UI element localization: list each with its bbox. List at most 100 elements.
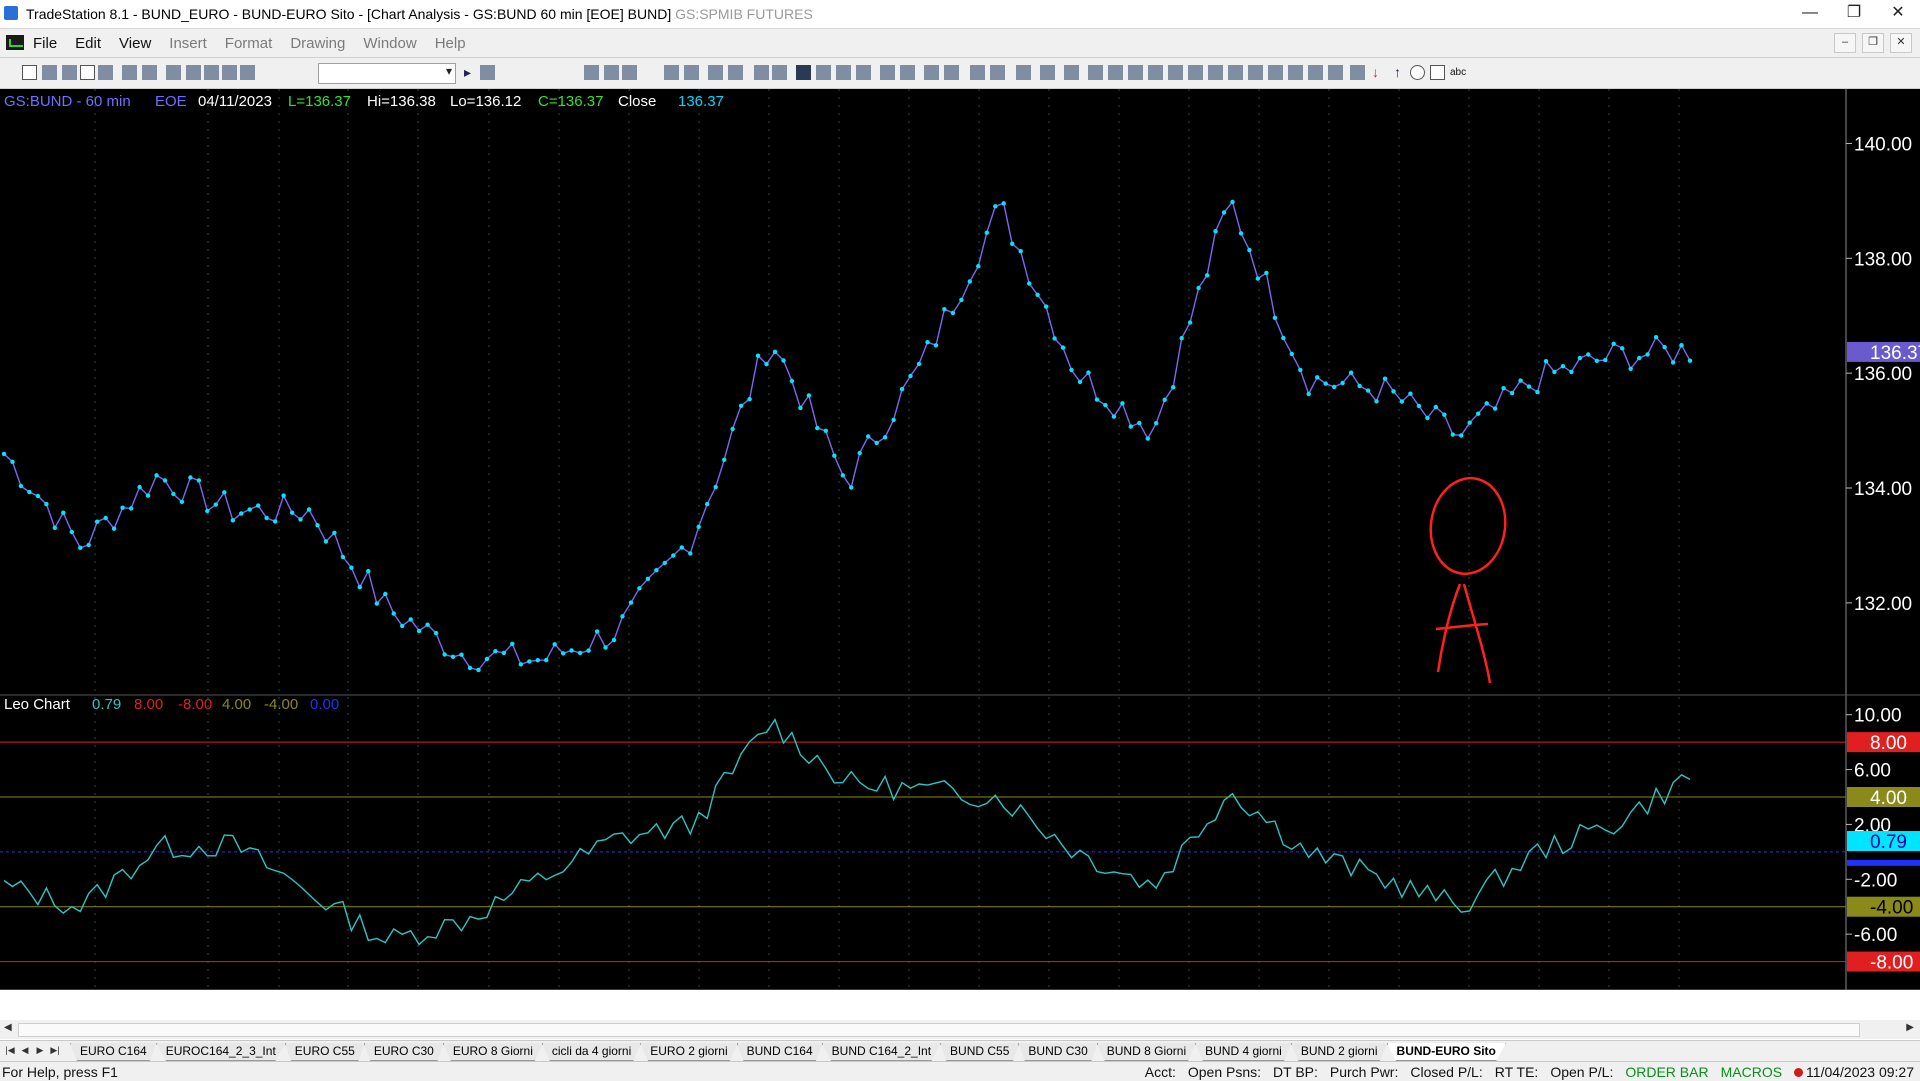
- maximize-button[interactable]: ❐: [1832, 0, 1876, 28]
- open-workspace-icon[interactable]: [62, 65, 77, 80]
- open-icon[interactable]: [42, 65, 57, 80]
- indicator-icon[interactable]: [816, 65, 831, 80]
- sheet-tab[interactable]: BUND C55: [940, 1043, 1020, 1061]
- app-orders-icon[interactable]: [728, 65, 743, 80]
- tab-next-icon[interactable]: ▶: [34, 1044, 46, 1057]
- go-arrow-icon[interactable]: ▸: [460, 65, 475, 80]
- down-arrow-icon[interactable]: ↓: [1368, 65, 1383, 80]
- sheet-tab[interactable]: EURO 8 Giorni: [442, 1043, 543, 1061]
- text-tool-icon[interactable]: abc: [1450, 65, 1478, 80]
- delete-bars-icon[interactable]: [900, 65, 915, 80]
- mdi-minimize-button[interactable]: –: [1834, 33, 1856, 53]
- chart-canvas[interactable]: A GS:BUND - 60 min EOE 04/11/2023 L=136.…: [0, 89, 1920, 990]
- menu-edit[interactable]: Edit: [75, 35, 101, 52]
- menu-view[interactable]: View: [119, 35, 151, 52]
- menu-file[interactable]: File: [33, 35, 57, 52]
- sheet-tab[interactable]: EURO C55: [284, 1043, 365, 1061]
- new-workspace-icon[interactable]: [80, 65, 95, 80]
- scroll-thumb[interactable]: [18, 1023, 1860, 1037]
- zoom-in-icon[interactable]: [924, 65, 939, 80]
- grid-icon[interactable]: [1064, 65, 1079, 80]
- sheet-tab[interactable]: BUND 8 Giorni: [1096, 1043, 1197, 1061]
- sheet-tab[interactable]: BUND C164: [736, 1043, 823, 1061]
- sheet-tab[interactable]: BUND C164_2_Int: [821, 1043, 942, 1061]
- gann-icon[interactable]: [1208, 65, 1223, 80]
- rectangle-icon[interactable]: [1430, 65, 1445, 80]
- menu-drawing[interactable]: Drawing: [290, 35, 345, 52]
- annotation-circle-a[interactable]: A: [1425, 473, 1512, 684]
- arc-icon[interactable]: [1308, 65, 1323, 80]
- symbol-combo[interactable]: [318, 63, 456, 84]
- find-icon[interactable]: [480, 65, 495, 80]
- insert-bars-icon[interactable]: [880, 65, 895, 80]
- sheet-tab[interactable]: BUND-EURO Sito: [1386, 1043, 1506, 1061]
- horizontal-lines-icon[interactable]: [1128, 65, 1143, 80]
- wrench-icon[interactable]: [1016, 65, 1031, 80]
- fan-icon[interactable]: [1188, 65, 1203, 80]
- scroll-left-icon[interactable]: ◀: [4, 1022, 12, 1033]
- freehand-icon[interactable]: [1328, 65, 1343, 80]
- app-radar-icon[interactable]: [604, 65, 619, 80]
- showme-icon[interactable]: [836, 65, 851, 80]
- window-cascade-icon[interactable]: [186, 65, 201, 80]
- sheet-tab[interactable]: BUND C30: [1018, 1043, 1098, 1061]
- globe-icon[interactable]: [240, 65, 255, 80]
- paintbar-icon[interactable]: [856, 65, 871, 80]
- tab-prev-icon[interactable]: ◀: [19, 1044, 31, 1057]
- trendline-icon[interactable]: [1088, 65, 1103, 80]
- menu-help[interactable]: Help: [435, 35, 466, 52]
- app-options-icon[interactable]: [684, 65, 699, 80]
- vertical-lines-icon[interactable]: [1108, 65, 1123, 80]
- window-tile-icon[interactable]: [166, 65, 181, 80]
- macros-indicator[interactable]: MACROS: [1721, 1064, 1782, 1080]
- app-portfolio-icon[interactable]: [772, 65, 787, 80]
- sheet-tab[interactable]: BUND 2 giorni: [1290, 1043, 1388, 1061]
- chart-horizontal-scrollbar[interactable]: ◀ ▶: [0, 1020, 1920, 1039]
- chart-window-icon[interactable]: [6, 35, 24, 50]
- lock-icon[interactable]: [204, 65, 219, 80]
- up-arrow-icon[interactable]: ↑: [1390, 65, 1405, 80]
- menu-format[interactable]: Format: [225, 35, 273, 52]
- scroll-right-icon[interactable]: ▶: [1906, 1022, 1914, 1033]
- print-preview-icon[interactable]: [122, 65, 137, 80]
- close-button[interactable]: ✕: [1876, 0, 1920, 28]
- zoom-out-icon[interactable]: [944, 65, 959, 80]
- print-icon[interactable]: [142, 65, 157, 80]
- tab-last-icon[interactable]: ▶|: [49, 1044, 61, 1057]
- bar-chart-icon[interactable]: [796, 65, 811, 80]
- new-icon[interactable]: [22, 65, 37, 80]
- parallel-icon[interactable]: [1288, 65, 1303, 80]
- app-chart-icon[interactable]: [584, 65, 599, 80]
- curve-icon[interactable]: [1350, 65, 1365, 80]
- pointer-icon[interactable]: [970, 65, 985, 80]
- save-icon[interactable]: [98, 65, 113, 80]
- toolbar: ▸ ↓ ↑ abc: [0, 58, 1920, 89]
- arrow-line-icon[interactable]: [1248, 65, 1263, 80]
- menu-insert[interactable]: Insert: [169, 35, 207, 52]
- menu-window[interactable]: Window: [363, 35, 416, 52]
- minimize-button[interactable]: —: [1788, 0, 1832, 28]
- app-news-icon[interactable]: [708, 65, 723, 80]
- sheet-tab[interactable]: EURO C164: [70, 1043, 157, 1061]
- sheet-tab[interactable]: EURO 2 giorni: [640, 1043, 738, 1061]
- chart-analysis-window[interactable]: A GS:BUND - 60 min EOE 04/11/2023 L=136.…: [0, 89, 1920, 990]
- sheet-tab[interactable]: cicli da 4 giorni: [541, 1043, 642, 1061]
- app-scanner-icon[interactable]: [664, 65, 679, 80]
- data-tips-icon[interactable]: [990, 65, 1005, 80]
- ellipse-icon[interactable]: [1410, 65, 1425, 80]
- app-matrix-icon[interactable]: [622, 65, 637, 80]
- sheet-tab[interactable]: BUND 4 giorni: [1195, 1043, 1292, 1061]
- app-strategy-icon[interactable]: [754, 65, 769, 80]
- channel-icon[interactable]: [1268, 65, 1283, 80]
- mdi-close-button[interactable]: ✕: [1890, 33, 1912, 53]
- link-icon[interactable]: [222, 65, 237, 80]
- format-icon[interactable]: [1040, 65, 1055, 80]
- retracement-icon[interactable]: [1148, 65, 1163, 80]
- sheet-tab[interactable]: EUROC164_2_3_Int: [155, 1043, 286, 1061]
- sheet-tab[interactable]: EURO C30: [363, 1043, 444, 1061]
- order-bar-indicator[interactable]: ORDER BAR: [1625, 1064, 1708, 1080]
- mdi-restore-button[interactable]: ❐: [1862, 33, 1884, 53]
- tab-first-icon[interactable]: |◀: [4, 1044, 16, 1057]
- angle-icon[interactable]: [1228, 65, 1243, 80]
- speedline-icon[interactable]: [1168, 65, 1183, 80]
